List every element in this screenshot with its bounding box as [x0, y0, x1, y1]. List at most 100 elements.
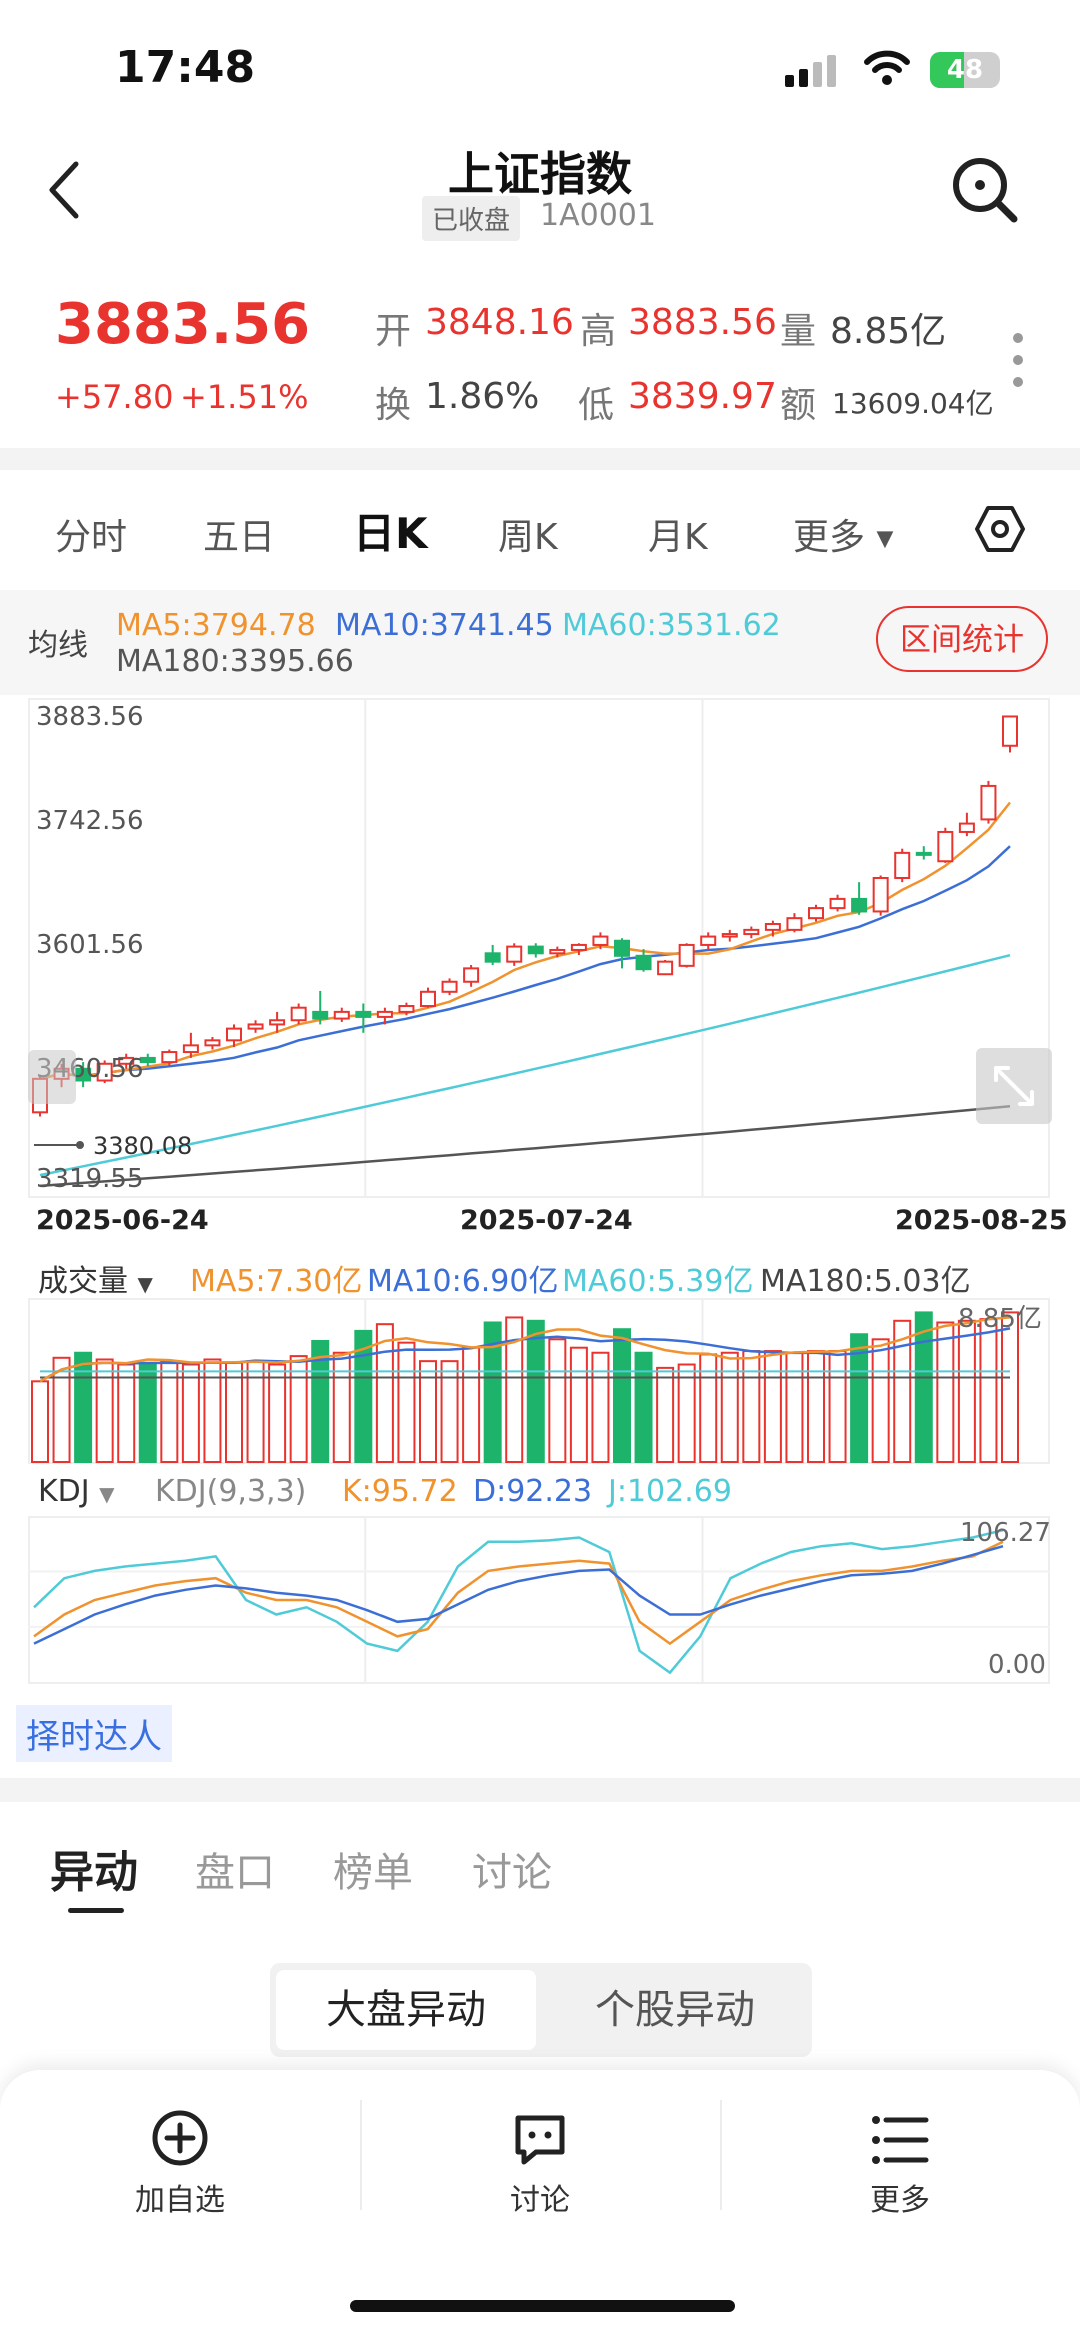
low-label: 低 — [578, 385, 615, 426]
volume-bar — [807, 1350, 825, 1464]
tab-order-book[interactable]: 盘口 — [195, 1840, 275, 1898]
segment-stock-alerts[interactable]: 个股异动 — [540, 1970, 810, 2050]
chat-bubble-icon[interactable] — [510, 2110, 570, 2170]
kdj-chart[interactable]: 106.27 0.00 — [28, 1516, 1051, 1684]
volume-bar — [31, 1380, 49, 1463]
tab-month-k[interactable]: 月K — [648, 508, 708, 560]
candle-body — [764, 923, 781, 931]
kdj-bottom-label: 0.00 — [988, 1650, 1046, 1680]
candle-body — [958, 822, 975, 833]
add-circle-icon[interactable] — [150, 2108, 210, 2168]
page-title: 上证指数 — [448, 147, 632, 201]
low-marker-dot — [76, 1141, 84, 1149]
candle-body — [549, 948, 566, 955]
expand-left-handle[interactable] — [28, 1050, 76, 1104]
kdj-k-value: K:95.72 — [342, 1474, 458, 1509]
signal-icon — [785, 55, 841, 87]
volume-bar — [591, 1351, 610, 1463]
low-marker-label: 3380.08 — [93, 1132, 193, 1160]
market-status-badge: 已收盘 — [422, 196, 521, 241]
ma10-value: MA10:3741.45 — [335, 608, 554, 643]
tab-more-label: 更多 — [793, 517, 866, 558]
list-menu-icon[interactable] — [870, 2112, 930, 2168]
open-label: 开 — [375, 311, 412, 352]
high-label: 高 — [580, 311, 617, 352]
vol-ma5: MA5:7.30亿 — [190, 1264, 363, 1299]
vol-ma180: MA180:5.03亿 — [760, 1264, 971, 1299]
tab-day-k[interactable]: 日K — [353, 500, 428, 561]
volume-label-text: 成交量 — [38, 1264, 128, 1299]
tab-rankings[interactable]: 榜单 — [333, 1840, 413, 1898]
fullscreen-icon[interactable] — [976, 1048, 1052, 1124]
volume-bar — [828, 1350, 847, 1464]
search-icon[interactable] — [950, 155, 1020, 225]
candle-body — [527, 945, 544, 955]
candle-body — [484, 952, 501, 963]
candle-body — [226, 1027, 242, 1042]
tab-week-k[interactable]: 周K — [498, 508, 558, 560]
segment-market-alerts[interactable]: 大盘异动 — [276, 1970, 536, 2050]
y-tick-2: 3742.56 — [36, 806, 144, 836]
bar-divider — [720, 2100, 722, 2210]
tab-more[interactable]: 更多 ▼ — [793, 508, 893, 560]
volume-bar — [871, 1338, 890, 1463]
vol-ma60: MA60:5.39亿 — [562, 1264, 754, 1299]
x-tick-start: 2025-06-24 — [36, 1205, 209, 1236]
kdj-d-value: D:92.23 — [473, 1474, 593, 1509]
add-watchlist-button[interactable]: 加自选 — [80, 2175, 280, 2219]
ma5-value: MA5:3794.78 — [116, 608, 316, 643]
volume-bar — [181, 1363, 200, 1463]
candle-body — [463, 967, 480, 983]
kdj-label-text: KDJ — [38, 1474, 90, 1509]
high-value: 3883.56 — [628, 302, 777, 343]
dropdown-triangle-icon: ▼ — [99, 1482, 115, 1506]
candle-body — [269, 1019, 286, 1026]
tab-five-day[interactable]: 五日 — [203, 508, 275, 560]
candle-body — [441, 980, 458, 993]
ma10-line — [39, 845, 1011, 1081]
vol-ma10: MA10:6.90亿 — [367, 1264, 559, 1299]
kdj-plot — [28, 1516, 1050, 1684]
volume-bar — [203, 1358, 222, 1463]
more-button[interactable]: 更多 — [800, 2175, 1000, 2219]
dropdown-triangle-icon: ▼ — [137, 1272, 153, 1296]
turnover-value: 1.86% — [425, 376, 540, 417]
volume-bar — [957, 1319, 976, 1463]
tab-intraday[interactable]: 分时 — [55, 508, 127, 560]
volume-bar — [74, 1351, 93, 1463]
candle-body — [247, 1023, 264, 1030]
dropdown-triangle-icon: ▼ — [876, 526, 894, 552]
candle-body — [786, 917, 803, 931]
candle-body — [506, 945, 523, 963]
volume-bar — [526, 1319, 545, 1463]
ma60-value: MA60:3531.62 — [562, 608, 781, 643]
discuss-button[interactable]: 讨论 — [440, 2175, 640, 2219]
tab-discussion[interactable]: 讨论 — [472, 1840, 552, 1898]
tab-alerts[interactable]: 异动 — [50, 1836, 138, 1900]
volume-bar — [936, 1321, 955, 1463]
candle-body — [312, 1010, 329, 1020]
range-stats-button[interactable]: 区间统计 — [876, 606, 1048, 672]
x-tick-mid: 2025-07-24 — [460, 1205, 633, 1236]
volume-bar — [268, 1363, 287, 1463]
candle-body — [657, 960, 674, 976]
battery-level: 48 — [946, 55, 984, 85]
volume-chart[interactable]: 8.85亿 — [28, 1298, 1050, 1464]
timing-expert-badge[interactable]: 择时达人 — [16, 1705, 172, 1762]
kdj-j-line — [33, 1528, 1004, 1675]
kdj-k-line — [33, 1540, 1004, 1646]
more-options-icon[interactable] — [1006, 330, 1030, 390]
kdj-legend-label[interactable]: KDJ ▼ — [38, 1474, 115, 1509]
current-price: 3883.56 — [55, 292, 311, 357]
amount-label: 额 — [780, 385, 817, 426]
volume-bar — [548, 1338, 567, 1463]
kline-chart[interactable]: 3883.56 3742.56 3601.56 3460.56 3319.55 … — [28, 698, 1052, 1198]
candle-body — [182, 1044, 199, 1054]
candle-body — [161, 1051, 178, 1064]
volume-label: 量 — [780, 311, 817, 352]
volume-legend-label[interactable]: 成交量 ▼ — [38, 1256, 153, 1300]
volume-bar — [677, 1363, 696, 1463]
candle-body — [894, 851, 911, 879]
settings-hexagon-icon[interactable] — [975, 504, 1025, 554]
volume-bar — [613, 1328, 631, 1463]
